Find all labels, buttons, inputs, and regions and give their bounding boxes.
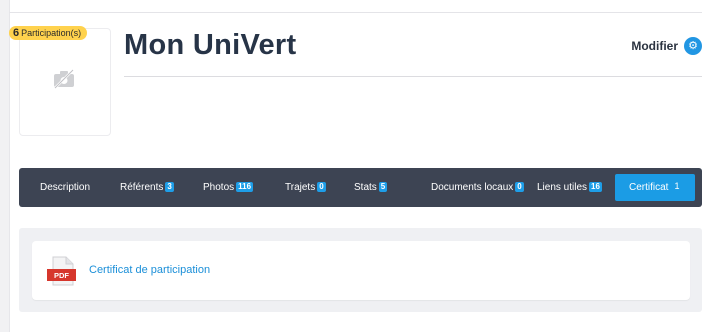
no-camera-icon (52, 69, 76, 94)
tab-photos[interactable]: Photos 116 (203, 168, 254, 207)
left-sidebar-edge (0, 0, 10, 332)
tab-label: Certificat (629, 182, 669, 193)
tab-count-badge: 0 (515, 182, 524, 192)
tab-count-badge: 5 (378, 182, 388, 192)
profile-avatar (19, 28, 111, 136)
tab-label: Liens utiles (537, 182, 588, 193)
tab-documents-locaux[interactable]: Documents locaux 0 (431, 168, 524, 207)
content-panel: PDF Certificat de participation (19, 228, 702, 312)
tab-label: Référents (120, 182, 164, 193)
participations-label: Participation(s) (21, 28, 82, 38)
tab-certificat[interactable]: Certificat 1 (615, 174, 696, 201)
tab-count-badge: 1 (674, 181, 680, 191)
participations-count: 6 (13, 27, 20, 39)
tab-label: Documents locaux (431, 182, 514, 193)
tab-label: Stats (354, 182, 377, 193)
modify-button[interactable]: Modifier ⚙ (631, 37, 702, 55)
modify-label: Modifier (631, 39, 678, 53)
tab-referents[interactable]: Référents 3 (120, 168, 174, 207)
tab-count-badge: 116 (236, 182, 254, 192)
certificate-link[interactable]: Certificat de participation (89, 264, 210, 276)
tab-trajets[interactable]: Trajets 0 (285, 168, 326, 207)
pdf-file-icon: PDF (46, 256, 78, 291)
tab-label: Trajets (285, 182, 316, 193)
certificate-card: PDF Certificat de participation (32, 241, 690, 300)
page-title: Mon UniVert (124, 29, 297, 61)
top-divider (9, 12, 702, 13)
tab-stats[interactable]: Stats 5 (354, 168, 388, 207)
tab-label: Photos (203, 182, 235, 193)
tab-bar: Description Référents 3 Photos 116 Trajets… (19, 168, 702, 207)
participations-badge: 6 Participation(s) (9, 26, 88, 40)
tab-count-badge: 3 (165, 182, 174, 192)
tab-label: Description (40, 182, 91, 193)
pdf-label: PDF (54, 271, 69, 280)
tab-liens-utiles[interactable]: Liens utiles 16 (537, 168, 602, 207)
tab-count-badge: 16 (589, 182, 602, 192)
gear-icon: ⚙ (684, 37, 702, 55)
tab-description[interactable]: Description (40, 168, 90, 207)
tab-count-badge: 0 (317, 182, 326, 192)
title-divider (124, 76, 702, 77)
